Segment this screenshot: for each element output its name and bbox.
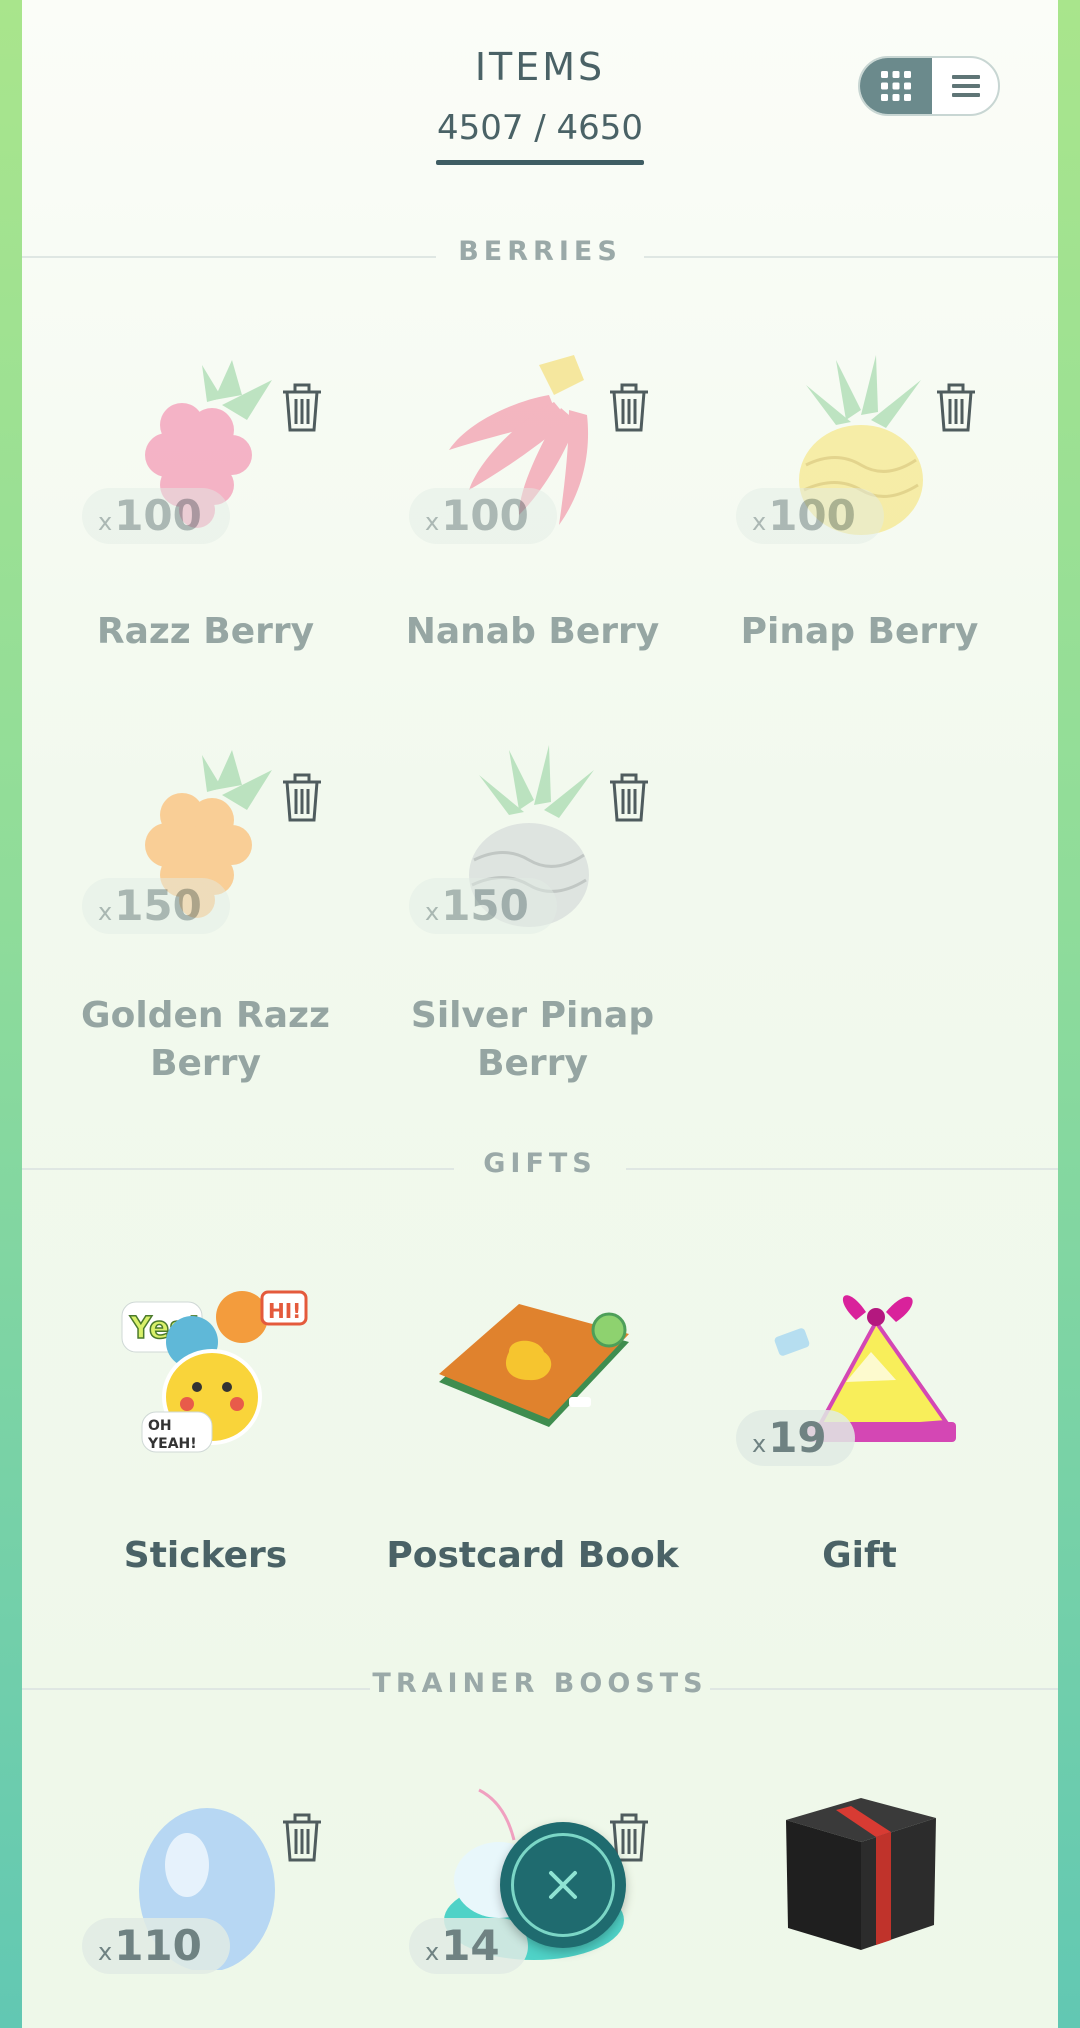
item-name: Golden Razz Berry [81,995,330,1084]
item-count-badge: x100 [736,488,884,544]
header-underline [436,160,644,165]
item-name: Silver Pinap Berry [410,995,655,1084]
trash-icon[interactable] [607,380,651,434]
trash-icon[interactable] [280,1810,324,1864]
section-header-trainer-boosts: TRAINER BOOSTS [22,1668,1058,1708]
item-stickers[interactable]: Yes! HI! OH YEAH! Stickers [42,1262,369,1602]
section-header-berries: BERRIES [22,236,1058,276]
item-count-badge: x14 [409,1918,528,1974]
black-box-icon [786,1798,936,1950]
item-count-badge: x100 [82,488,230,544]
svg-text:YEAH!: YEAH! [147,1436,197,1452]
grid-view-button[interactable] [860,58,932,114]
postcard-book-icon [439,1304,629,1427]
item-name: Razz Berry [96,611,315,652]
list-view-button[interactable] [932,58,998,114]
item-name: Stickers [123,1535,288,1576]
section-label: BERRIES [458,236,622,267]
items-panel: ITEMS 4507 / 4650 BERRIES x100 Razz Berr… [22,0,1058,2028]
section-header-gifts: GIFTS [22,1148,1058,1188]
close-button-ring [511,1833,615,1937]
close-button[interactable] [500,1822,626,1948]
item-gift[interactable]: x19 Gift [696,1262,1023,1602]
close-icon [549,1871,577,1899]
item-golden-razz-berry[interactable]: x150 Golden Razz Berry [42,730,369,1100]
item-count-badge: x110 [82,1918,230,1974]
item-name: Postcard Book [386,1535,679,1576]
item-silver-pinap-berry[interactable]: x150 Silver Pinap Berry [369,730,696,1100]
item-count-badge: x19 [736,1410,855,1466]
item-count-badge: x150 [409,878,557,934]
item-count-badge: x150 [82,878,230,934]
view-toggle[interactable] [858,56,1000,116]
trash-icon[interactable] [607,770,651,824]
svg-text:HI!: HI! [268,1299,301,1323]
stickers-icon: Yes! HI! OH YEAH! [121,1290,308,1453]
section-label: TRAINER BOOSTS [372,1668,708,1699]
item-razz-berry[interactable]: x100 Razz Berry [42,340,369,690]
item-nanab-berry[interactable]: x100 Nanab Berry [369,340,696,690]
item-name: Gift [822,1535,897,1576]
item-postcard-book[interactable]: Postcard Book [369,1262,696,1602]
item-pinap-berry[interactable]: x100 Pinap Berry [696,340,1023,690]
list-icon [952,75,980,97]
item-name: Nanab Berry [405,611,660,652]
trash-icon[interactable] [934,380,978,434]
grid-icon [881,71,911,101]
item-name: Pinap Berry [740,611,979,652]
item-black-box[interactable] [696,1770,1023,2028]
section-label: GIFTS [483,1148,597,1179]
item-count-badge: x100 [409,488,557,544]
svg-text:OH: OH [148,1418,172,1434]
trash-icon[interactable] [280,770,324,824]
trash-icon[interactable] [280,380,324,434]
item-egg[interactable]: x110 [42,1770,369,2028]
